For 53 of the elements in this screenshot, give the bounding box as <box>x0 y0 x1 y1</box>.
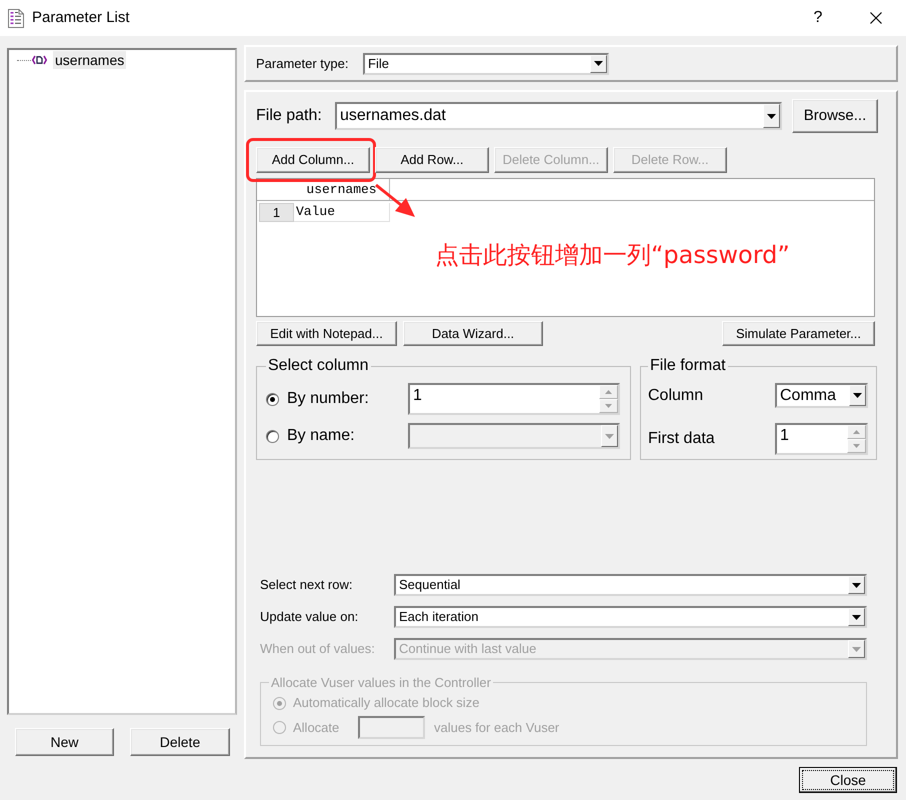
number-field[interactable]: 1 <box>775 423 868 455</box>
radio-label: Automatically allocate block size <box>293 694 480 712</box>
pointer-arrow <box>374 183 416 218</box>
annotation-text: 点击此按钮增加一列“password” <box>435 241 790 270</box>
radio-label: By name: <box>287 426 356 446</box>
file-path-combo[interactable]: usernames.dat <box>335 102 782 130</box>
caret-icon[interactable] <box>848 608 865 626</box>
caret-icon[interactable] <box>848 576 865 594</box>
editor-button[interactable]: Edit with Notepad... <box>256 321 397 346</box>
field-label: File path: <box>256 106 323 126</box>
parameter-icon <box>32 55 47 65</box>
dropdown[interactable]: Sequential <box>394 574 867 596</box>
radio-label: Allocate <box>293 718 340 737</box>
table-cell[interactable]: Value <box>294 203 390 222</box>
caret-icon[interactable] <box>849 385 866 406</box>
radio-button[interactable] <box>266 392 279 406</box>
document-icon <box>8 8 24 28</box>
number-field[interactable]: 1 <box>408 383 620 415</box>
field-label: First data <box>648 429 716 449</box>
group-title: Allocate Vuser values in the Controller <box>270 675 492 690</box>
tree-item[interactable]: usernames <box>53 51 126 69</box>
caret-icon[interactable] <box>763 104 780 128</box>
radio-button[interactable] <box>266 430 279 442</box>
caret-icon[interactable] <box>590 54 607 72</box>
browse-button[interactable]: Browse... <box>792 99 878 133</box>
editor-button[interactable]: Data Wizard... <box>403 321 543 346</box>
close-button[interactable]: Close <box>799 767 897 793</box>
column-header[interactable]: usernames <box>294 179 390 200</box>
window-title: Parameter List <box>32 8 130 28</box>
dropdown[interactable]: Each iteration <box>394 606 867 628</box>
group-title: Select column <box>267 356 370 376</box>
field-label: Column <box>648 386 704 406</box>
close-icon[interactable] <box>870 12 882 24</box>
spin-down-icon[interactable] <box>599 399 618 413</box>
field-label: Update value on: <box>260 608 360 626</box>
spin-up-icon[interactable] <box>599 385 618 399</box>
dropdown[interactable]: Comma <box>775 383 868 408</box>
editor-button[interactable]: Simulate Parameter... <box>722 321 875 346</box>
delete-button[interactable]: Delete <box>130 728 230 756</box>
dropdown[interactable]: File <box>363 52 609 74</box>
table-button[interactable]: Add Row... <box>375 147 489 173</box>
spin-up-icon[interactable] <box>847 425 866 439</box>
radio-label: By number: <box>287 389 370 409</box>
row-header[interactable]: 1 <box>259 203 294 222</box>
field-label: When out of values: <box>260 640 376 658</box>
field-label: values for each Vuser <box>434 718 560 737</box>
group-title: File format <box>649 356 727 376</box>
help-button[interactable]: ? <box>795 0 841 36</box>
field-label: Select next row: <box>260 576 354 594</box>
new-button[interactable]: New <box>15 728 114 756</box>
table-button[interactable]: Add Column... <box>256 147 370 173</box>
field-label: Parameter type: <box>256 54 350 73</box>
spin-down-icon[interactable] <box>847 439 866 453</box>
